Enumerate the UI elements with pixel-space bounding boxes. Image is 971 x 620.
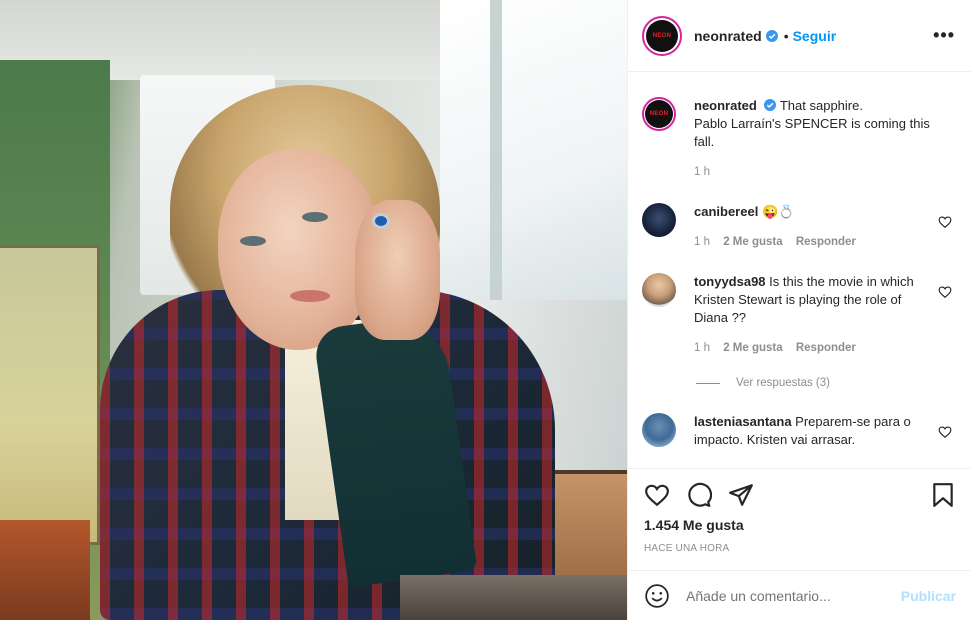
reply-button[interactable]: Responder [796, 342, 856, 354]
posted-time[interactable]: HACE UNA HORA [644, 543, 956, 554]
post-photo[interactable] [0, 0, 627, 620]
post-header: NEON neonrated • Seguir ••• [628, 0, 971, 72]
action-icons [644, 481, 956, 509]
comment-item: canibereel 😜💍 1 h 2 Me gusta Responder [642, 203, 956, 251]
header-username[interactable]: neonrated [694, 28, 762, 44]
comment-username[interactable]: tonyydsa98 [694, 274, 766, 289]
post-side-panel: NEON neonrated • Seguir ••• NEON neonrat… [627, 0, 971, 620]
emoji-smiley-icon[interactable] [644, 583, 670, 609]
comment-like-heart-icon[interactable] [938, 215, 952, 229]
comment-like-heart-icon[interactable] [938, 425, 952, 439]
comment-item: lasteniasantana Preparem-se para o impac… [642, 413, 956, 449]
comment-meta: 1 h 2 Me gusta Responder [694, 339, 930, 357]
neon-logo: NEON [646, 19, 678, 52]
photo-window [440, 0, 627, 300]
add-comment-bar: Publicar [628, 570, 971, 620]
photo-eye-left [240, 236, 266, 246]
comment-username[interactable]: lasteniasantana [694, 414, 792, 429]
publish-button[interactable]: Publicar [901, 588, 956, 604]
follow-button[interactable]: Seguir [793, 28, 837, 44]
comment-avatar[interactable] [642, 203, 676, 237]
comment-item: tonyydsa98 Is this the movie in which Kr… [642, 273, 956, 357]
verified-badge-icon [765, 29, 778, 42]
likes-count[interactable]: 1.454 Me gusta [644, 517, 956, 533]
save-bookmark-icon[interactable] [930, 482, 956, 508]
like-heart-icon[interactable] [644, 482, 670, 508]
view-replies-label: Ver respuestas (3) [736, 377, 830, 389]
share-send-icon[interactable] [728, 482, 754, 508]
comment-like-heart-icon[interactable] [938, 285, 952, 299]
photo-face [218, 150, 378, 350]
photo-chair-left [0, 520, 90, 620]
comment-time[interactable]: 1 h [694, 236, 710, 248]
photo-hand [355, 200, 440, 340]
replies-divider [696, 382, 720, 384]
caption-time[interactable]: 1 h [694, 166, 710, 178]
comment-body: lasteniasantana Preparem-se para o impac… [694, 413, 930, 449]
verified-badge-icon [764, 99, 777, 111]
neon-logo: NEON [645, 100, 673, 128]
post-actions: 1.454 Me gusta HACE UNA HORA [628, 468, 971, 554]
caption-avatar[interactable]: NEON [642, 97, 676, 131]
comment-meta: 1 h 2 Me gusta Responder [694, 233, 930, 251]
photo-table [400, 575, 627, 620]
photo-sapphire-ring [372, 213, 390, 229]
neon-logo-text: NEON [649, 111, 669, 117]
photo-window-frame [490, 0, 502, 300]
caption: NEON neonrated That sapphire. Pablo Larr… [642, 97, 956, 181]
caption-username[interactable]: neonrated [694, 98, 757, 113]
comment-avatar[interactable] [642, 413, 676, 447]
caption-text-line1: That sapphire. [779, 98, 863, 113]
caption-text-line2: Pablo Larraín's SPENCER is coming this f… [694, 116, 930, 149]
view-replies-button[interactable]: Ver respuestas (3) [696, 377, 956, 389]
photo-door [0, 245, 100, 545]
instagram-post: NEON neonrated • Seguir ••• NEON neonrat… [0, 0, 971, 620]
neon-logo-text: NEON [652, 32, 672, 39]
photo-eye-right [302, 212, 328, 222]
comment-time[interactable]: 1 h [694, 342, 710, 354]
caption-body: neonrated That sapphire. Pablo Larraín's… [694, 97, 930, 181]
reply-button[interactable]: Responder [796, 236, 856, 248]
header-separator: • [783, 27, 789, 44]
comment-username[interactable]: canibereel [694, 204, 758, 219]
comment-avatar[interactable] [642, 273, 676, 307]
caption-meta: 1 h [694, 163, 930, 181]
comment-input[interactable] [686, 587, 901, 604]
header-avatar[interactable]: NEON [642, 15, 682, 56]
more-options-icon[interactable]: ••• [933, 25, 955, 46]
comment-body: canibereel 😜💍 1 h 2 Me gusta Responder [694, 203, 930, 251]
comment-body: tonyydsa98 Is this the movie in which Kr… [694, 273, 930, 357]
comment-text: 😜💍 [761, 204, 795, 219]
comment-likes[interactable]: 2 Me gusta [723, 342, 782, 354]
comments-list[interactable]: NEON neonrated That sapphire. Pablo Larr… [628, 73, 971, 468]
comment-bubble-icon[interactable] [686, 482, 712, 508]
comment-likes[interactable]: 2 Me gusta [723, 236, 782, 248]
photo-lips [290, 290, 330, 302]
